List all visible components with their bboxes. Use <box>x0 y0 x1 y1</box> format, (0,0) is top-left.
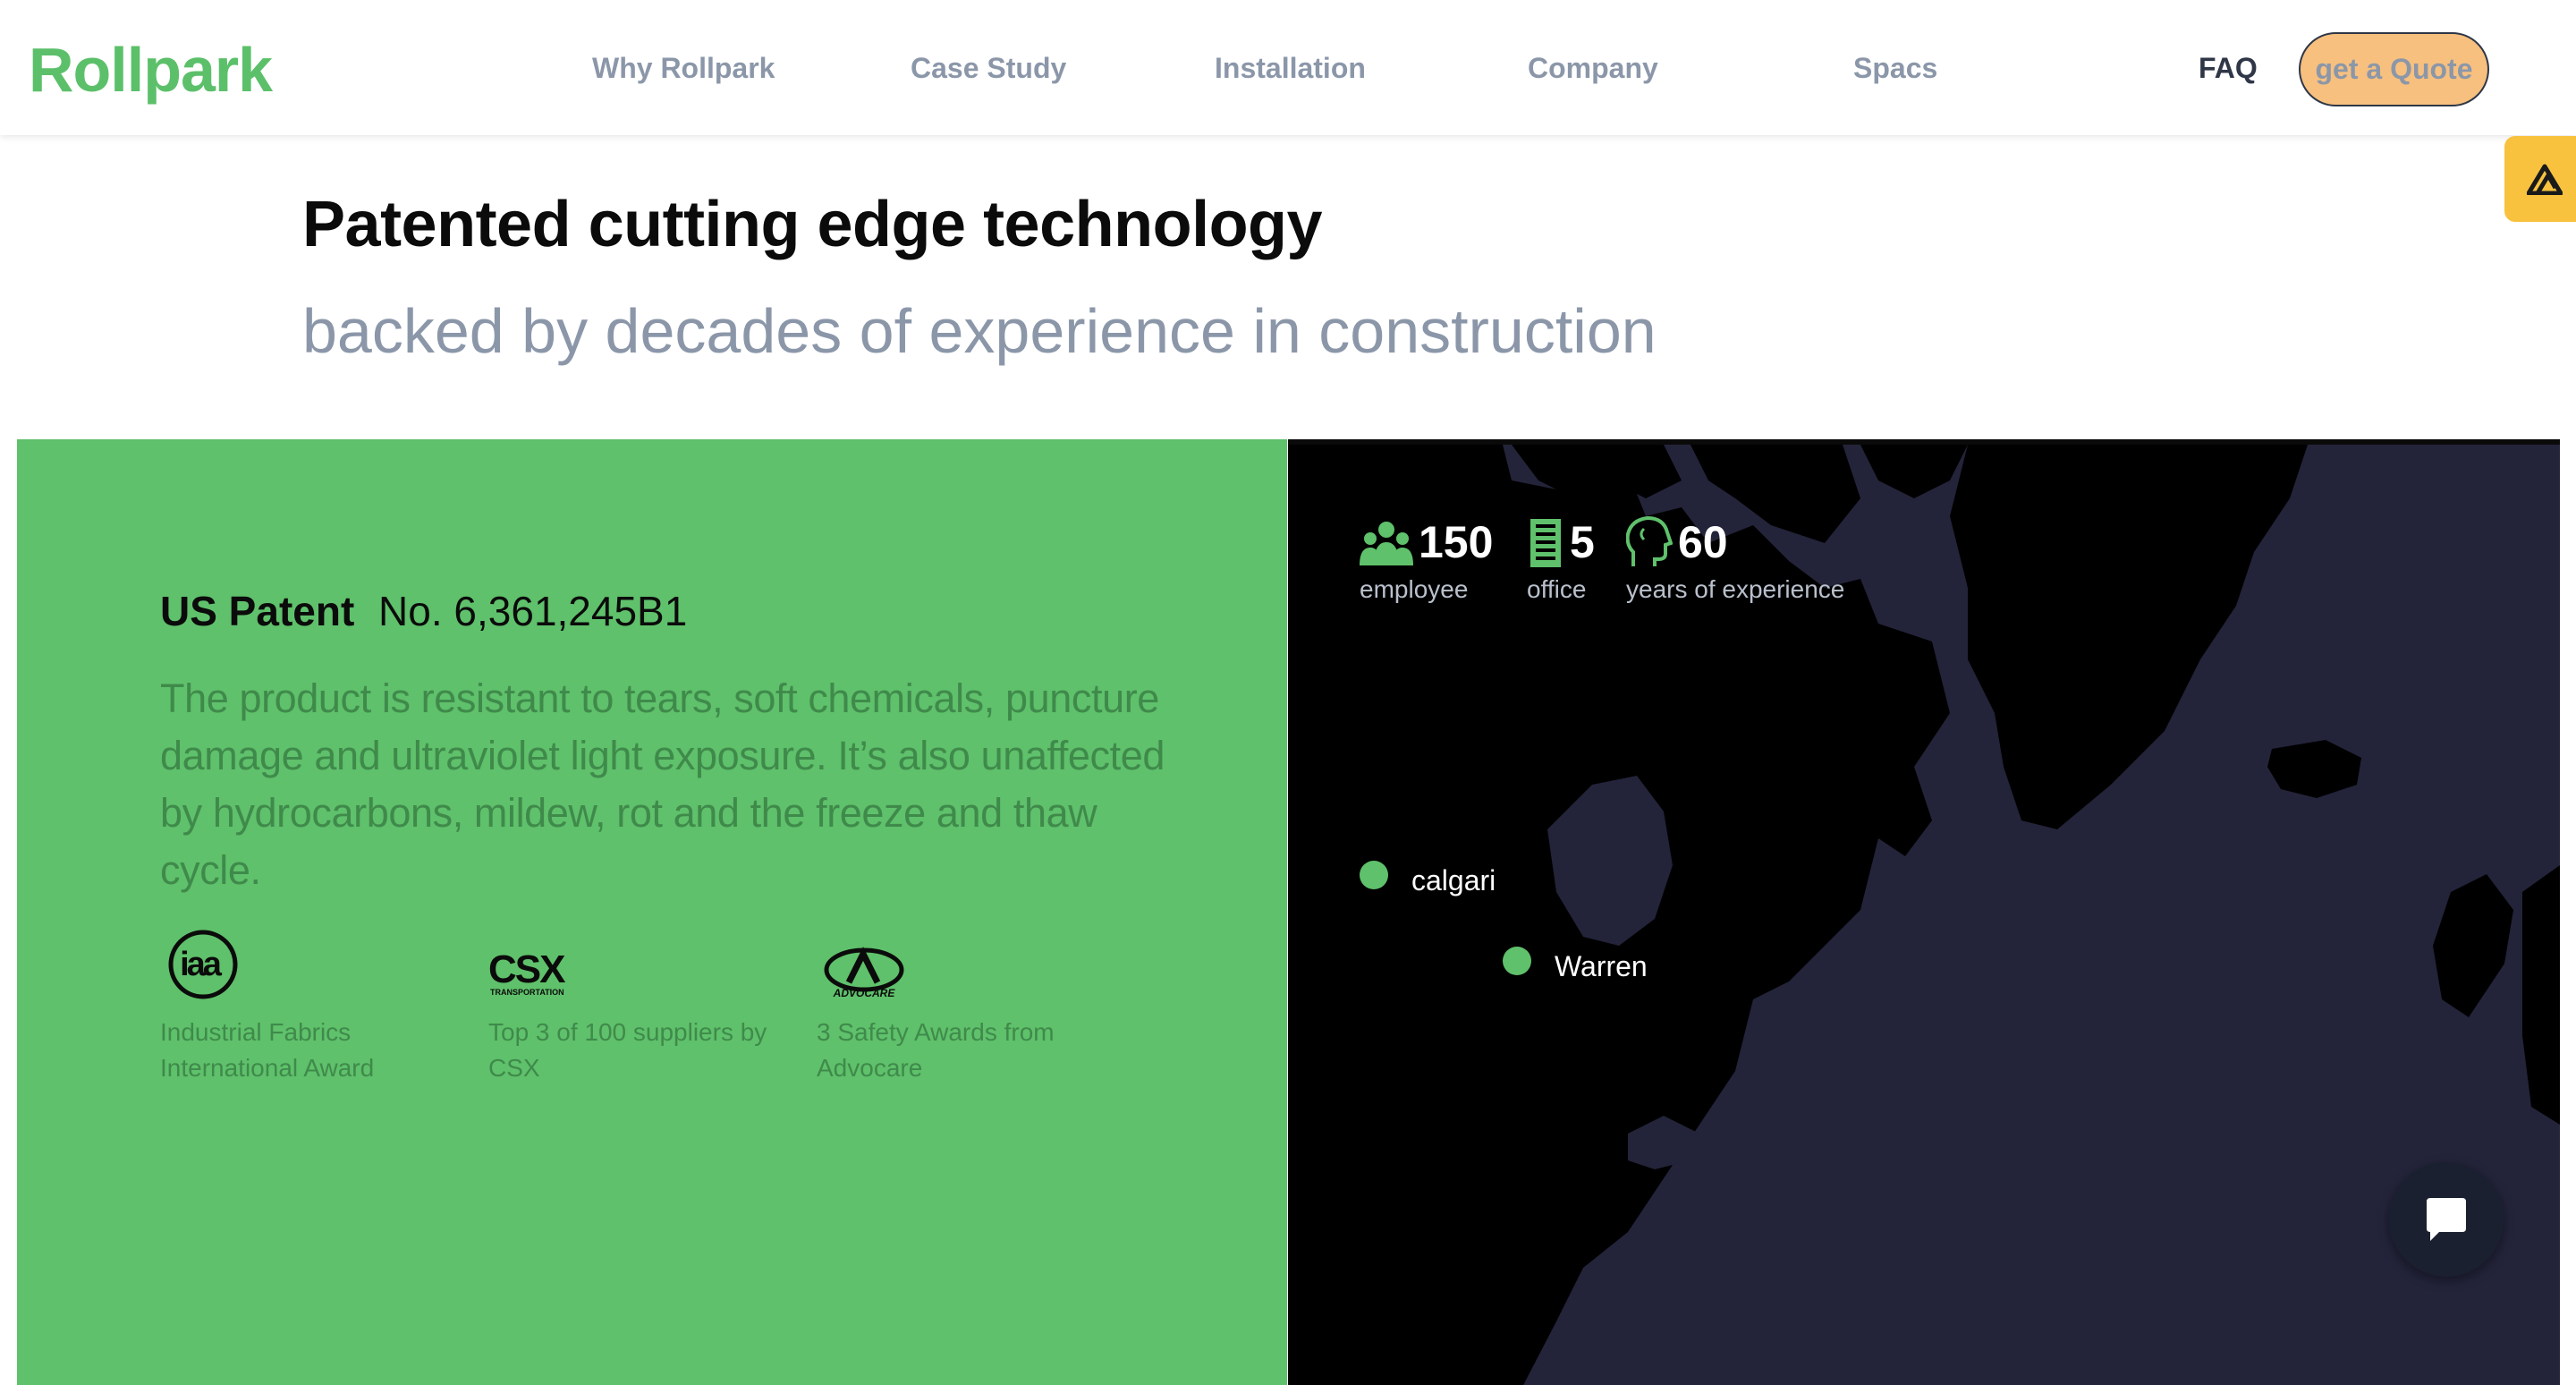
stat-employees-label: employee <box>1360 575 1469 603</box>
csx-logo-text: CSX <box>488 947 565 991</box>
stat-experience: 60 years of experience <box>1626 516 1844 604</box>
stat-offices-label: office <box>1527 575 1587 603</box>
building-icon <box>1527 517 1564 567</box>
head-icon <box>1626 516 1673 568</box>
award-advocare-text: 3 Safety Awards from Advocare <box>817 1018 1055 1082</box>
csx-logo: CSX TRANSPORTATION <box>488 929 784 1000</box>
nav-company[interactable]: Company <box>1528 52 1658 85</box>
stat-offices: 5 office <box>1527 516 1595 604</box>
nav-faq[interactable]: FAQ <box>2199 52 2258 85</box>
page: Rollpark Why Rollpark Case Study Install… <box>0 0 2576 1385</box>
stat-employees-value: 150 <box>1419 517 1494 567</box>
patent-heading: US Patent No. 6,361,245B1 <box>160 587 687 635</box>
patent-description: The product is resistant to tears, soft … <box>160 676 1165 893</box>
iceland-land <box>2267 740 2361 798</box>
hero-title: Patented cutting edge technology <box>302 189 1323 260</box>
hero-subtitle: backed by decades of experience in const… <box>302 296 1657 366</box>
europe-land <box>2433 865 2560 1125</box>
nav-why-rollpark[interactable]: Why Rollpark <box>592 52 775 85</box>
csx-logo-subtext: TRANSPORTATION <box>490 988 564 997</box>
award-advocare: ADVOCARE 3 Safety Awards from Advocare <box>817 929 1112 1086</box>
nav-installation[interactable]: Installation <box>1215 52 1366 85</box>
award-iaa: iaa Industrial Fabrics International Awa… <box>160 929 455 1086</box>
city-label-warren: Warren <box>1555 950 1648 982</box>
award-iaa-text: Industrial Fabrics International Award <box>160 1018 375 1082</box>
stat-experience-value: 60 <box>1678 517 1728 567</box>
patent-label: US Patent <box>160 588 355 634</box>
stat-offices-value: 5 <box>1570 517 1595 567</box>
nav-case-study[interactable]: Case Study <box>911 52 1066 85</box>
stat-employees: 150 employee <box>1360 516 1493 604</box>
advocare-logo-text: ADVOCARE <box>833 987 896 999</box>
chat-button[interactable] <box>2389 1162 2504 1277</box>
advocare-logo: ADVOCARE <box>817 929 1112 1000</box>
stat-experience-label: years of experience <box>1626 575 1845 603</box>
top-navbar: Rollpark Why Rollpark Case Study Install… <box>0 0 2576 135</box>
get-quote-button[interactable]: get a Quote <box>2299 32 2489 106</box>
city-label-calgari: calgari <box>1411 864 1496 896</box>
patent-panel: US Patent No. 6,361,245B1 The product is… <box>17 439 1287 1385</box>
nav-spacs[interactable]: Spacs <box>1853 52 1937 85</box>
chat-icon <box>2427 1198 2466 1241</box>
award-csx-text: Top 3 of 100 suppliers by CSX <box>488 1018 767 1082</box>
patent-number: No. 6,361,245B1 <box>378 588 688 634</box>
logo[interactable]: Rollpark <box>29 34 273 106</box>
greenland-land <box>1950 445 2308 829</box>
award-csx: CSX TRANSPORTATION Top 3 of 100 supplier… <box>488 929 784 1086</box>
iaa-logo-text: iaa <box>180 946 223 983</box>
iaa-logo: iaa <box>160 929 455 1000</box>
side-widget-tab[interactable] <box>2504 136 2576 222</box>
people-icon <box>1360 517 1413 567</box>
mountain-logo-icon <box>2527 164 2563 195</box>
city-marker-calgari[interactable] <box>1360 861 1388 889</box>
locations-map[interactable]: 150 employee 5 office 60 years of experi… <box>1288 439 2560 1385</box>
city-marker-warren[interactable] <box>1503 947 1531 975</box>
